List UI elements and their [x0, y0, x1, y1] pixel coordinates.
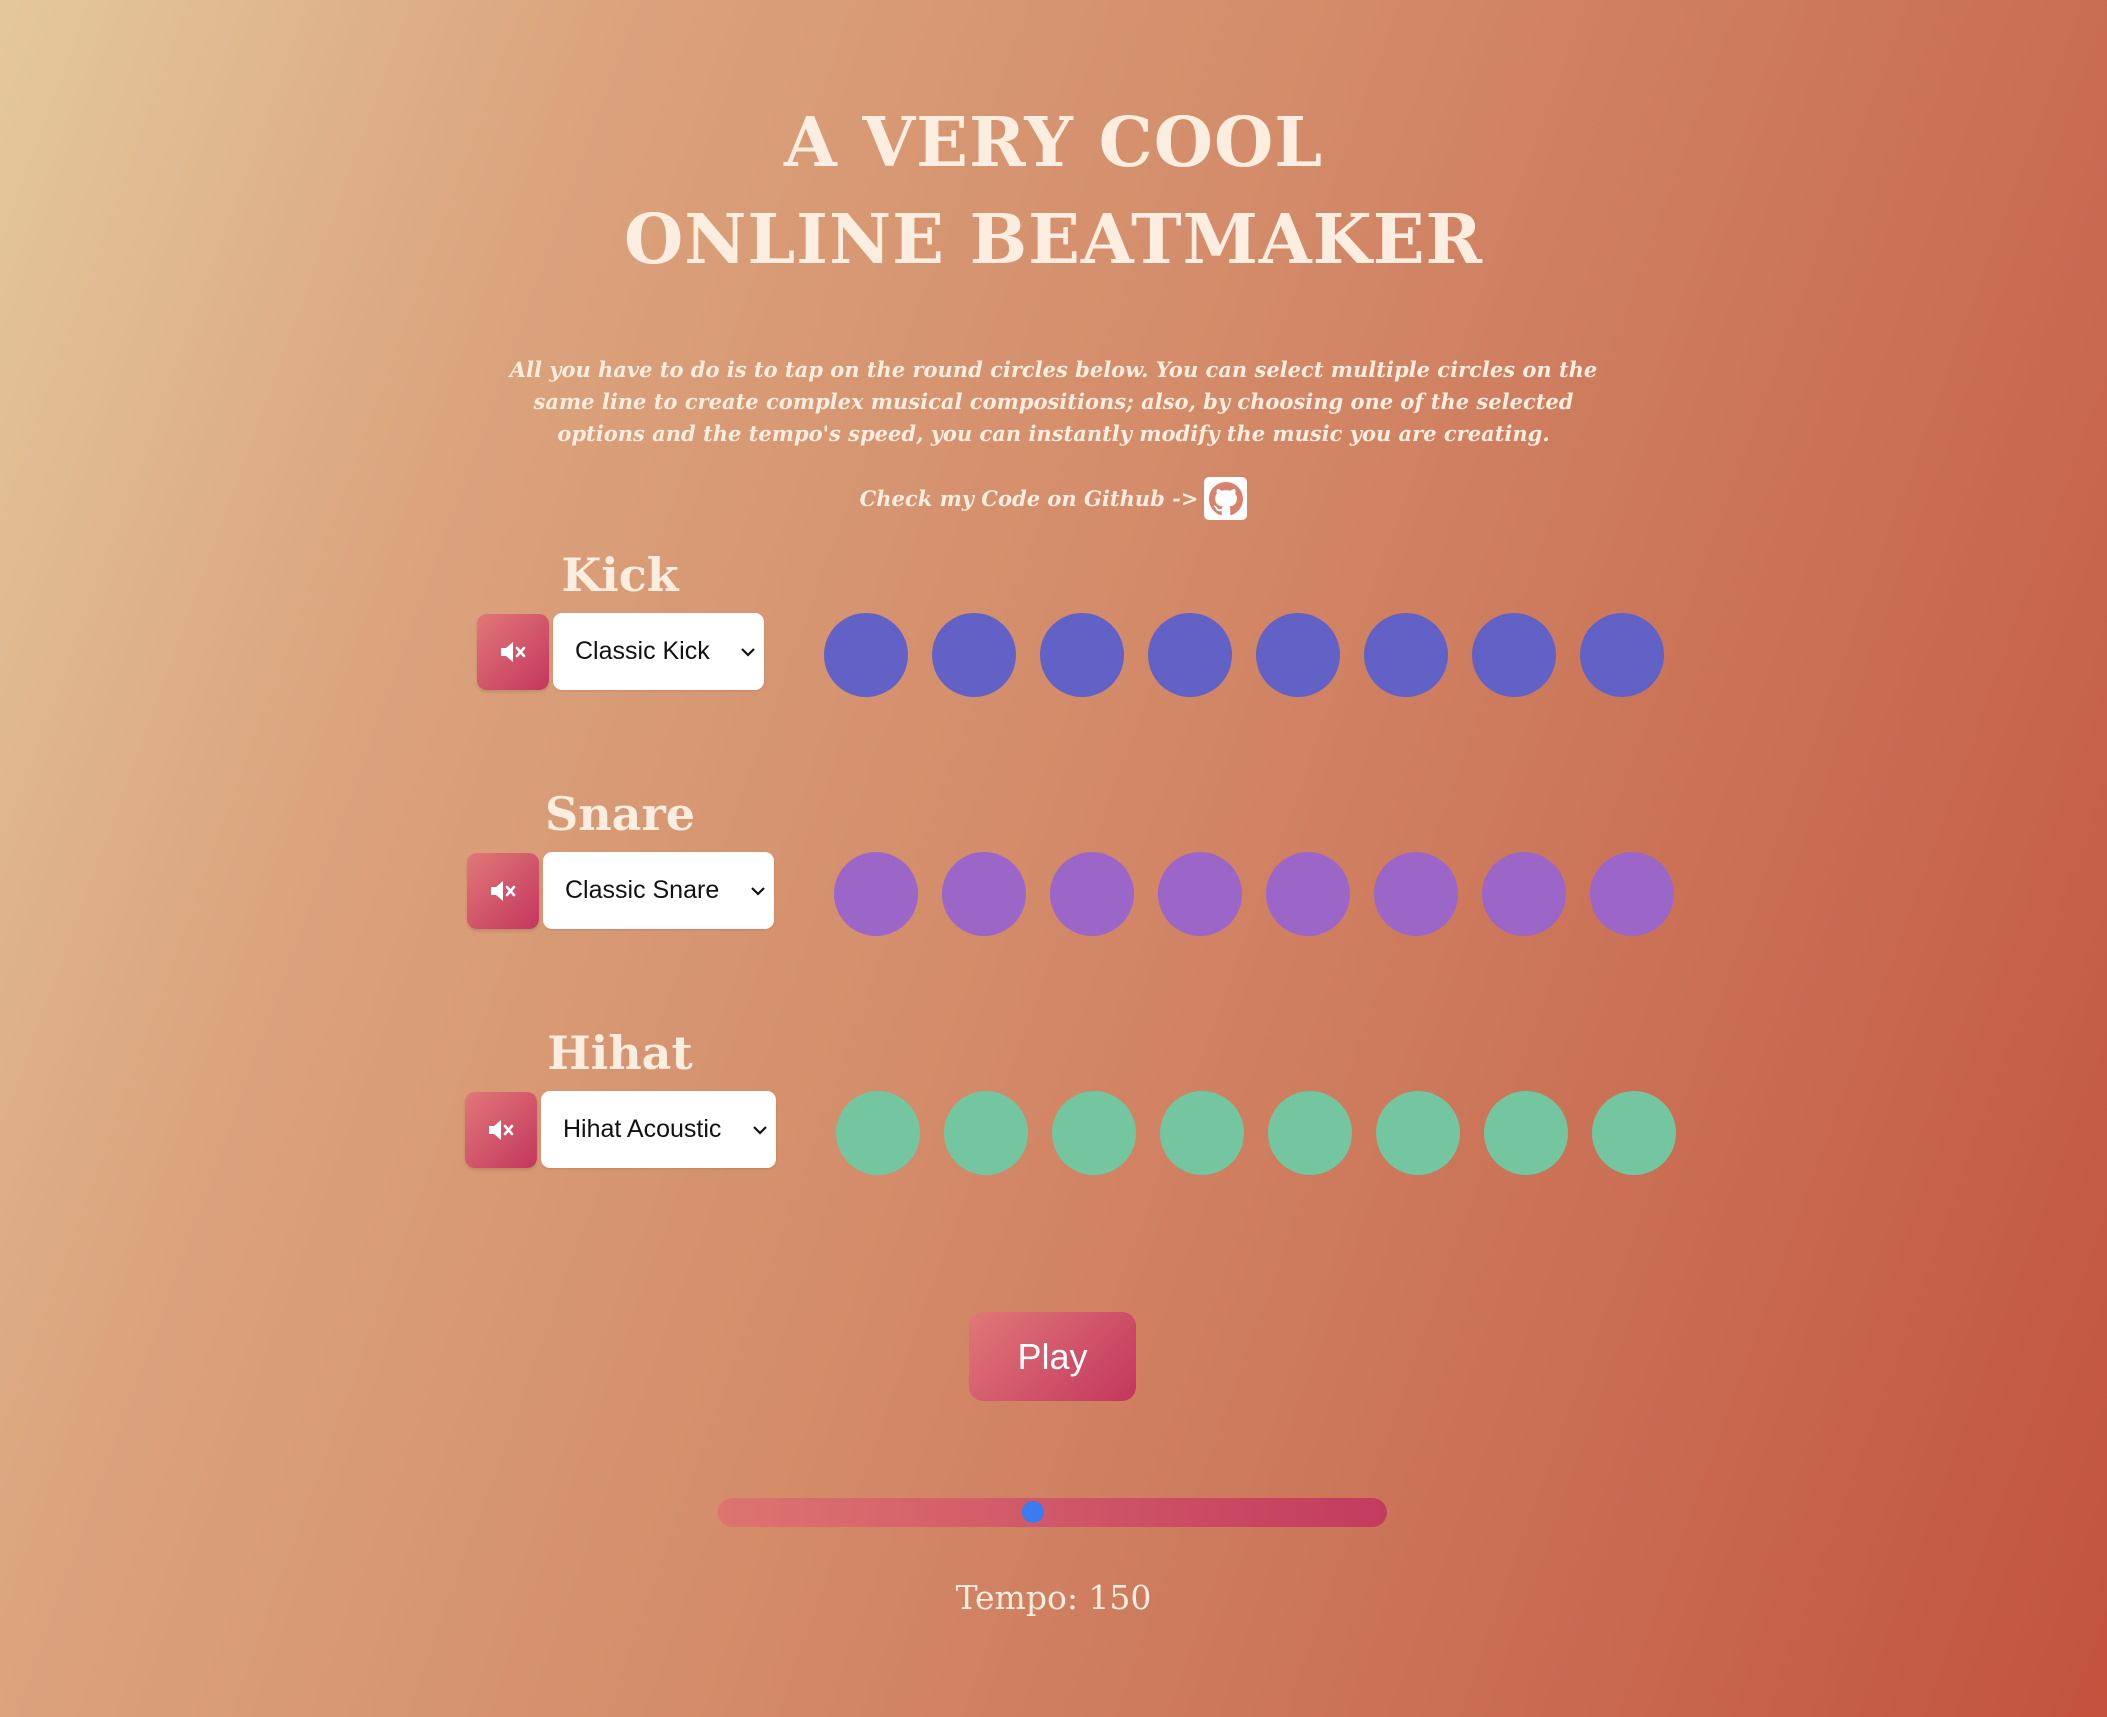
page-title: A VERY COOL ONLINE BEATMAKER — [0, 95, 2107, 289]
sound-select-hihat[interactable]: Hihat Acoustic — [541, 1091, 776, 1168]
sound-select-snare[interactable]: Classic Snare — [543, 852, 774, 929]
mute-icon — [489, 1120, 514, 1140]
chevron-down-icon — [741, 647, 755, 657]
beat-pad[interactable] — [1266, 852, 1350, 936]
beat-pad[interactable] — [1472, 613, 1556, 697]
beat-pad[interactable] — [834, 852, 918, 936]
beat-pad[interactable] — [944, 1091, 1028, 1175]
track-label-hihat: Hihat — [547, 1026, 693, 1080]
beat-pad[interactable] — [836, 1091, 920, 1175]
tempo-slider[interactable] — [718, 1498, 1387, 1527]
mute-icon — [501, 642, 526, 662]
mute-icon — [491, 881, 516, 901]
sound-select-kick[interactable]: Classic Kick — [553, 613, 764, 690]
beat-pad[interactable] — [1374, 852, 1458, 936]
tempo-readout: Tempo: 150 — [955, 1578, 1152, 1617]
beat-pad[interactable] — [942, 852, 1026, 936]
mute-button-kick[interactable] — [477, 614, 549, 690]
beat-pad[interactable] — [1160, 1091, 1244, 1175]
beat-pad[interactable] — [932, 613, 1016, 697]
beat-pad[interactable] — [1580, 613, 1664, 697]
beat-pad[interactable] — [1052, 1091, 1136, 1175]
chevron-down-icon — [753, 1125, 767, 1135]
beat-pad[interactable] — [1590, 852, 1674, 936]
sound-select-hihat-value: Hihat Acoustic — [563, 1115, 722, 1143]
beat-pad[interactable] — [824, 613, 908, 697]
beat-pad[interactable] — [1592, 1091, 1676, 1175]
beat-pad[interactable] — [1376, 1091, 1460, 1175]
github-line: Check my Code on Github -> — [0, 477, 2107, 520]
title-line-1: A VERY COOL — [783, 103, 1324, 183]
mute-button-hihat[interactable] — [465, 1092, 537, 1168]
github-link[interactable] — [1204, 477, 1248, 520]
beat-pad[interactable] — [1158, 852, 1242, 936]
beat-pad[interactable] — [1268, 1091, 1352, 1175]
beat-pad[interactable] — [1050, 852, 1134, 936]
beat-pad[interactable] — [1484, 1091, 1568, 1175]
beat-pad[interactable] — [1256, 613, 1340, 697]
chevron-down-icon — [751, 886, 765, 896]
github-text: Check my Code on Github -> — [859, 486, 1199, 511]
github-icon — [1208, 481, 1243, 515]
sound-select-kick-value: Classic Kick — [575, 637, 710, 665]
beat-pad[interactable] — [1040, 613, 1124, 697]
description: All you have to do is to tap on the roun… — [509, 357, 1598, 446]
mute-button-snare[interactable] — [467, 853, 539, 929]
beat-pad[interactable] — [1148, 613, 1232, 697]
title-line-2: ONLINE BEATMAKER — [623, 200, 1484, 280]
sound-select-snare-value: Classic Snare — [565, 876, 720, 904]
beat-pad[interactable] — [1482, 852, 1566, 936]
track-label-snare: Snare — [545, 787, 695, 841]
play-button[interactable]: Play — [969, 1312, 1136, 1401]
beat-pad[interactable] — [1364, 613, 1448, 697]
track-label-kick: Kick — [561, 548, 679, 602]
